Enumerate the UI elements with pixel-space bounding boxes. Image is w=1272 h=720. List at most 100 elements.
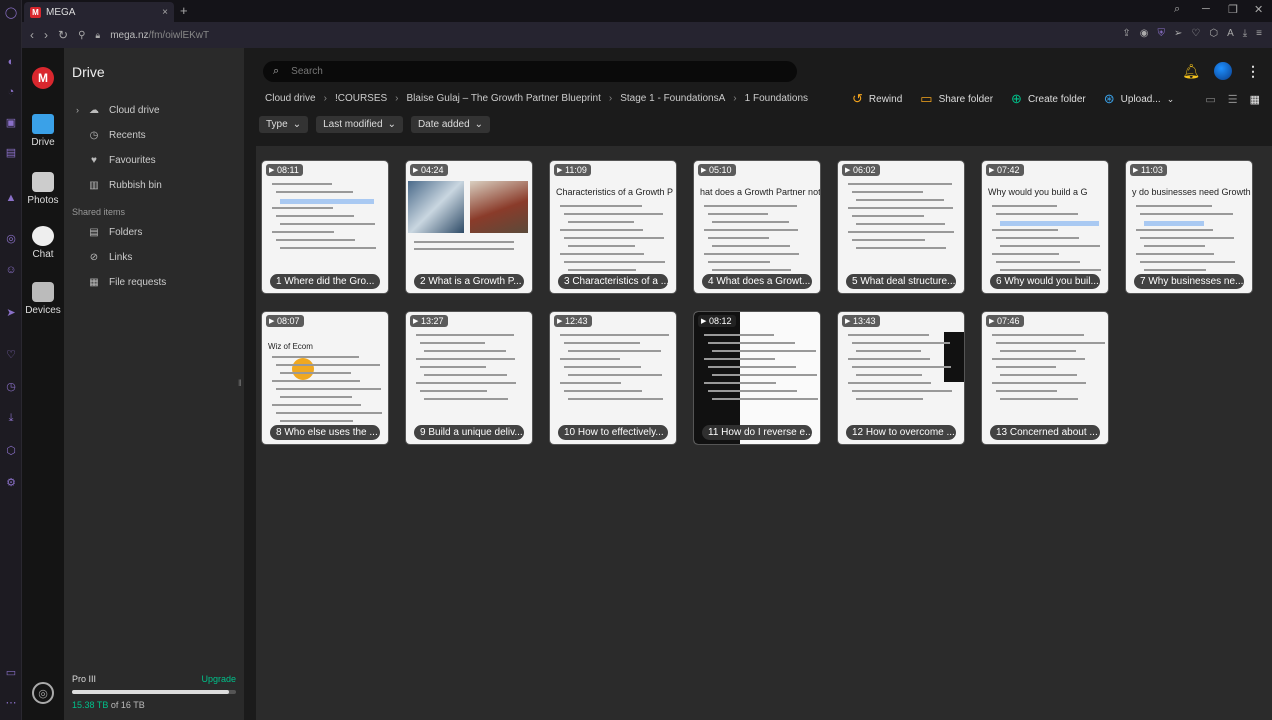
slide-text-line xyxy=(712,374,817,376)
upload-icon: ⊛ xyxy=(1103,91,1115,106)
file-card[interactable]: Why would you build a G ▶ 07:42 6 Why would… xyxy=(981,160,1109,294)
upload-button[interactable]: ⊛ Upload... ⌄ xyxy=(1104,91,1174,107)
file-card[interactable]: ▶ 04:24 2 What is a Growth P... xyxy=(405,160,533,294)
extensions-icon[interactable]: ⬡ xyxy=(3,442,19,458)
aria-icon[interactable]: ▲ xyxy=(3,190,19,206)
camera-icon[interactable]: ◉ xyxy=(1140,28,1149,39)
speed-dial-icon[interactable]: ◔ xyxy=(3,84,19,100)
slide-text-line xyxy=(560,253,644,255)
tab-search-icon[interactable]: ⌕ xyxy=(1174,3,1180,16)
lock-icon[interactable]: 🔒︎ xyxy=(95,30,100,41)
slide-text-line xyxy=(848,334,929,336)
twitch-icon[interactable]: ▤ xyxy=(3,144,19,160)
rail-item-drive[interactable]: Drive xyxy=(22,114,64,148)
file-card[interactable]: ▶ 07:46 13 Concerned about ... xyxy=(981,311,1109,445)
sidebar-item-folders[interactable]: ▤ Folders xyxy=(64,222,244,242)
reload-icon[interactable]: ↻ xyxy=(58,28,68,42)
file-card[interactable]: ▶ 08:12 11 How do I reverse e... xyxy=(693,311,821,445)
slide-text-line xyxy=(708,342,795,344)
filter-last-modified[interactable]: Last modified ⌄ xyxy=(316,116,403,133)
sidebar-item-file-requests[interactable]: ▦ File requests xyxy=(64,272,244,292)
file-card[interactable]: ▶ 08:11 1 Where did the Gro... xyxy=(261,160,389,294)
send-icon[interactable]: ➢ xyxy=(1174,28,1182,39)
heart-icon[interactable]: ♡ xyxy=(1191,28,1200,39)
breadcrumb-item[interactable]: !COURSES xyxy=(333,93,389,104)
filter-label: Last modified xyxy=(323,119,383,130)
share-folder-button[interactable]: ▭ Share folder xyxy=(920,91,993,107)
resize-handle[interactable]: ‖ xyxy=(238,378,242,388)
cube-icon[interactable]: ⬡ xyxy=(1209,28,1218,39)
settings-icon[interactable]: ⚙ xyxy=(3,474,19,490)
file-card[interactable]: hat does a Growth Partner not ▶ 05:10 4 Wha… xyxy=(693,160,821,294)
file-card[interactable]: Wiz of Ecom ▶ 08:07 8 Who else uses the ... xyxy=(261,311,389,445)
sidebar-item-links[interactable]: ⊘ Links xyxy=(64,247,244,267)
instagram-icon[interactable]: ◎ xyxy=(3,230,19,246)
search-input[interactable] xyxy=(291,66,772,77)
file-card[interactable]: ▶ 13:43 12 How to overcome ... xyxy=(837,311,965,445)
file-card[interactable]: y do businesses need Growth ▶ 11:03 7 Why b… xyxy=(1125,160,1253,294)
file-card[interactable]: ▶ 12:43 10 How to effectively... xyxy=(549,311,677,445)
mega-logo[interactable]: M xyxy=(32,67,54,89)
avatar[interactable] xyxy=(1214,62,1232,80)
vpn-icon[interactable]: ⛨ xyxy=(1157,28,1165,39)
rail-item-devices[interactable]: Devices xyxy=(22,282,64,316)
new-tab-button[interactable]: + xyxy=(180,3,188,18)
breadcrumb-item[interactable]: Blaise Gulaj – The Growth Partner Bluepr… xyxy=(405,93,603,104)
security-settings-icon[interactable]: ⚲ xyxy=(78,30,85,41)
favourites-icon[interactable]: ♡ xyxy=(3,346,19,362)
downloads-icon[interactable]: ⤓ xyxy=(3,410,19,426)
transfer-manager-icon[interactable]: ◎ xyxy=(32,682,54,704)
notification-bell-icon[interactable]: 🔔︎ xyxy=(1182,63,1200,80)
discord-icon[interactable]: ☺ xyxy=(3,262,19,278)
slide-text-line xyxy=(996,237,1079,239)
slide-heading: Why would you build a G xyxy=(988,187,1088,197)
more-menu-icon[interactable]: ⋮ xyxy=(1246,63,1260,80)
filter-type[interactable]: Type ⌄ xyxy=(259,116,309,133)
rail-item-photos[interactable]: Photos xyxy=(22,172,64,206)
rewind-button[interactable]: ↺ Rewind xyxy=(852,91,902,107)
share-icon[interactable]: ⇪ xyxy=(1122,28,1130,39)
file-card[interactable]: ▶ 13:27 9 Build a unique deliv... xyxy=(405,311,533,445)
url-field[interactable]: mega.nz/fm/oiwlEKwT xyxy=(110,30,209,41)
sidebar-item-rubbish-bin[interactable]: ▥ Rubbish bin xyxy=(64,175,244,195)
sidebar-item-label: Favourites xyxy=(109,154,156,166)
forward-icon[interactable]: › xyxy=(44,28,48,42)
sidebar-item-cloud-drive[interactable]: ☁ Cloud drive xyxy=(64,100,244,120)
browser-tab[interactable]: M MEGA × xyxy=(24,2,174,22)
back-icon[interactable]: ‹ xyxy=(30,28,34,42)
rail-item-chat[interactable]: Chat xyxy=(22,226,64,260)
breadcrumb: Cloud drive › !COURSES › Blaise Gulaj – Th… xyxy=(263,93,810,104)
media-view-icon[interactable]: ▭ xyxy=(1205,93,1215,106)
profile-icon[interactable]: A xyxy=(1227,28,1234,39)
slide-text-line xyxy=(848,382,931,384)
list-view-icon[interactable]: ☰ xyxy=(1228,93,1238,106)
sidebar-item-recents[interactable]: ◷ Recents xyxy=(64,125,244,145)
sidebar-item-favourites[interactable]: ♥ Favourites xyxy=(64,150,244,170)
minimize-icon[interactable]: ─ xyxy=(1202,3,1210,15)
sidebar-setup-icon[interactable]: ▭ xyxy=(3,664,19,680)
download-icon[interactable]: ⤓ xyxy=(1243,28,1247,39)
slide-text-line xyxy=(276,215,354,217)
menu-icon[interactable]: ≡ xyxy=(1256,28,1262,39)
devices-icon xyxy=(32,282,54,302)
upgrade-link[interactable]: Upgrade xyxy=(201,674,236,684)
grid-view-icon[interactable]: ▦ xyxy=(1250,93,1260,106)
shopping-icon[interactable]: ▣ xyxy=(3,114,19,130)
close-tab-icon[interactable]: × xyxy=(162,7,168,18)
file-card[interactable]: Characteristics of a Growth P ▶ 11:09 3 Cha… xyxy=(549,160,677,294)
breadcrumb-item[interactable]: Stage 1 - FoundationsA xyxy=(618,93,727,104)
send-icon[interactable]: ➤ xyxy=(3,304,19,320)
history-icon[interactable]: ◷ xyxy=(3,378,19,394)
create-folder-button[interactable]: ⊕ Create folder xyxy=(1011,91,1086,107)
close-window-icon[interactable]: ✕ xyxy=(1254,3,1263,16)
breadcrumb-item[interactable]: 1 Foundations xyxy=(743,93,810,104)
slide-text-line xyxy=(568,245,635,247)
gaming-icon[interactable]: ◐ xyxy=(3,54,19,70)
maximize-icon[interactable]: ❐ xyxy=(1228,3,1238,16)
filter-date-added[interactable]: Date added ⌄ xyxy=(410,116,491,133)
opera-logo-icon[interactable]: ◯ xyxy=(3,4,19,20)
file-card[interactable]: ▶ 06:02 5 What deal structure... xyxy=(837,160,965,294)
breadcrumb-item[interactable]: Cloud drive xyxy=(263,93,318,104)
search-bar[interactable]: ⌕ xyxy=(263,61,797,82)
more-icon[interactable]: ⋯ xyxy=(3,694,19,710)
